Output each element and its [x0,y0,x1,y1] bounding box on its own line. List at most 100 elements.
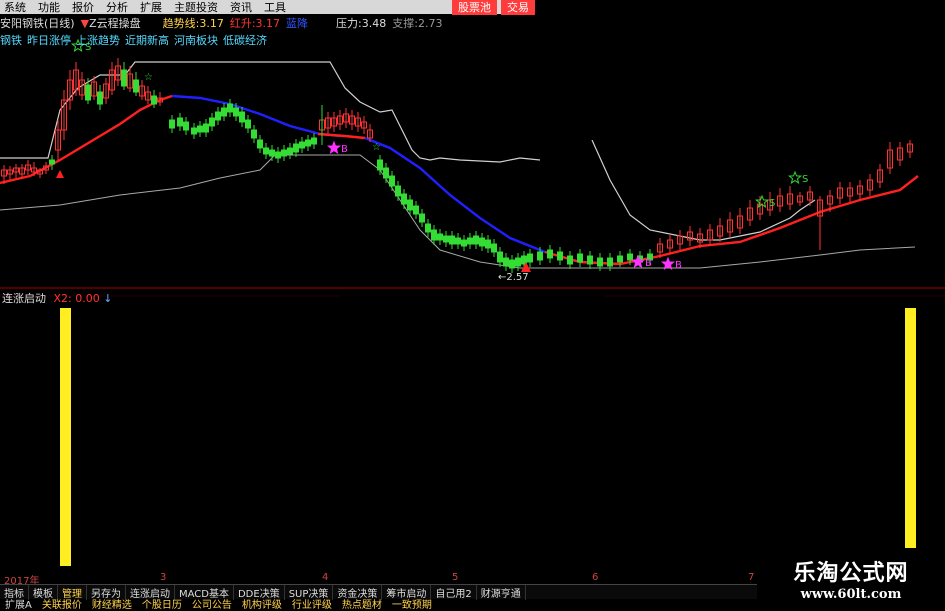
trend-line-blue [364,136,546,254]
candle-body [269,149,275,157]
candle-body [299,141,305,149]
candle-body [191,127,197,135]
candle-body [627,253,633,261]
candle-body [85,84,91,101]
candle-body [177,117,183,127]
concept-tag[interactable]: 上涨趋势 [76,32,120,48]
candle-body [287,147,293,155]
date-label: 6 [592,572,599,583]
menu-theme-invest[interactable]: 主题投资 [170,0,226,15]
candle-body [401,193,407,205]
signal-bar [905,308,916,566]
x2-label: X2: [53,292,72,305]
candle-body [257,139,263,149]
candle-body [617,255,623,263]
indicator-name[interactable]: Z云程操盘 [89,15,141,31]
candle-body [607,257,613,267]
candle-body [263,147,269,155]
candle-body [527,253,533,263]
candle-body [239,111,245,123]
candle-body [395,185,401,197]
trend-label: 趋势线: [162,17,200,30]
candle-body [425,223,431,233]
date-axis: 2017年 3 4 5 6 7 [0,572,760,587]
candle-body [311,137,317,145]
candle-body [251,129,257,139]
candle-body [133,79,139,93]
candle-body [305,139,311,147]
menu-function[interactable]: 功能 [34,0,68,15]
candle-body [449,235,455,245]
candle-body [567,255,573,265]
candle-body [183,121,189,131]
candle-body [383,167,389,179]
watermark: 乐淘公式网 www.60lt.com [757,548,945,609]
candle-body [597,257,603,267]
buy-star-icon [661,256,675,271]
candle-body [515,257,521,267]
candle-body [509,259,515,269]
concept-tag[interactable]: 河南板块 [174,32,218,48]
signal-bar [60,308,71,566]
candle-body [227,103,233,113]
menu-extend[interactable]: 扩展 [136,0,170,15]
candle-body [577,253,583,263]
sell-star-icon-label: S [802,174,808,185]
up-arrow-icon [56,170,64,178]
trade-marker-icon: ☆ [144,72,153,83]
candle-body [497,251,503,263]
concept-tag[interactable]: 低碳经济 [223,32,267,48]
candle-body [461,239,467,247]
candle-body [437,233,443,241]
low-price-label: ←2.57 [498,272,529,283]
candle-body [49,159,55,165]
trade-marker-icon: ☆ [372,142,381,153]
down-arrow-icon: ↓ [103,292,113,305]
buy-star-icon [327,140,341,155]
candle-body [473,235,479,245]
trend-line-red [317,132,366,140]
pressure-label: 压力: [336,17,362,30]
trade-button[interactable]: 交易 [501,0,535,15]
red-label: 红升: [229,17,256,30]
pressure-value: 3.48 [361,16,387,30]
buy-star-icon-label: B [675,260,682,271]
candle-body [377,159,383,171]
red-value: 3.17 [255,16,281,30]
candle-body [491,243,497,253]
date-label: 4 [322,572,329,583]
buy-star-icon-label: B [341,144,348,155]
candle-body [537,251,543,261]
support-line [0,154,916,269]
candle-body [407,199,413,211]
blue-label: 蓝降 [286,17,309,30]
menu-tools[interactable]: 工具 [260,0,294,15]
date-label: 7 [748,572,755,583]
concept-tag[interactable]: 近期新高 [125,32,169,48]
candle-body [547,249,553,259]
candle-body [455,237,461,245]
candle-body [587,255,593,265]
stock-pool-button[interactable]: 股票池 [452,0,497,15]
concept-tag[interactable]: 昨日涨停 [27,32,71,48]
menu-system[interactable]: 系统 [0,0,34,15]
candle-body [215,111,221,121]
candle-body [275,151,281,159]
lower-indicator-name[interactable]: 连涨启动 [2,292,46,305]
candle-body [245,119,251,129]
menu-quote[interactable]: 报价 [68,0,102,15]
menu-news[interactable]: 资讯 [226,0,260,15]
concept-tag[interactable]: 钢铁 [0,32,22,48]
x2-value: 0.00 [75,292,100,305]
date-label: 3 [160,572,167,583]
candle-body [413,205,419,215]
candle-body [467,237,473,245]
candle-body [203,123,209,133]
candle-body [485,239,491,249]
candle-body [503,257,509,267]
trend-value: 3.17 [199,16,224,30]
menu-analysis[interactable]: 分析 [102,0,136,15]
watermark-title: 乐淘公式网 [793,561,909,586]
candle-body [389,175,395,187]
date-label: 5 [452,572,459,583]
